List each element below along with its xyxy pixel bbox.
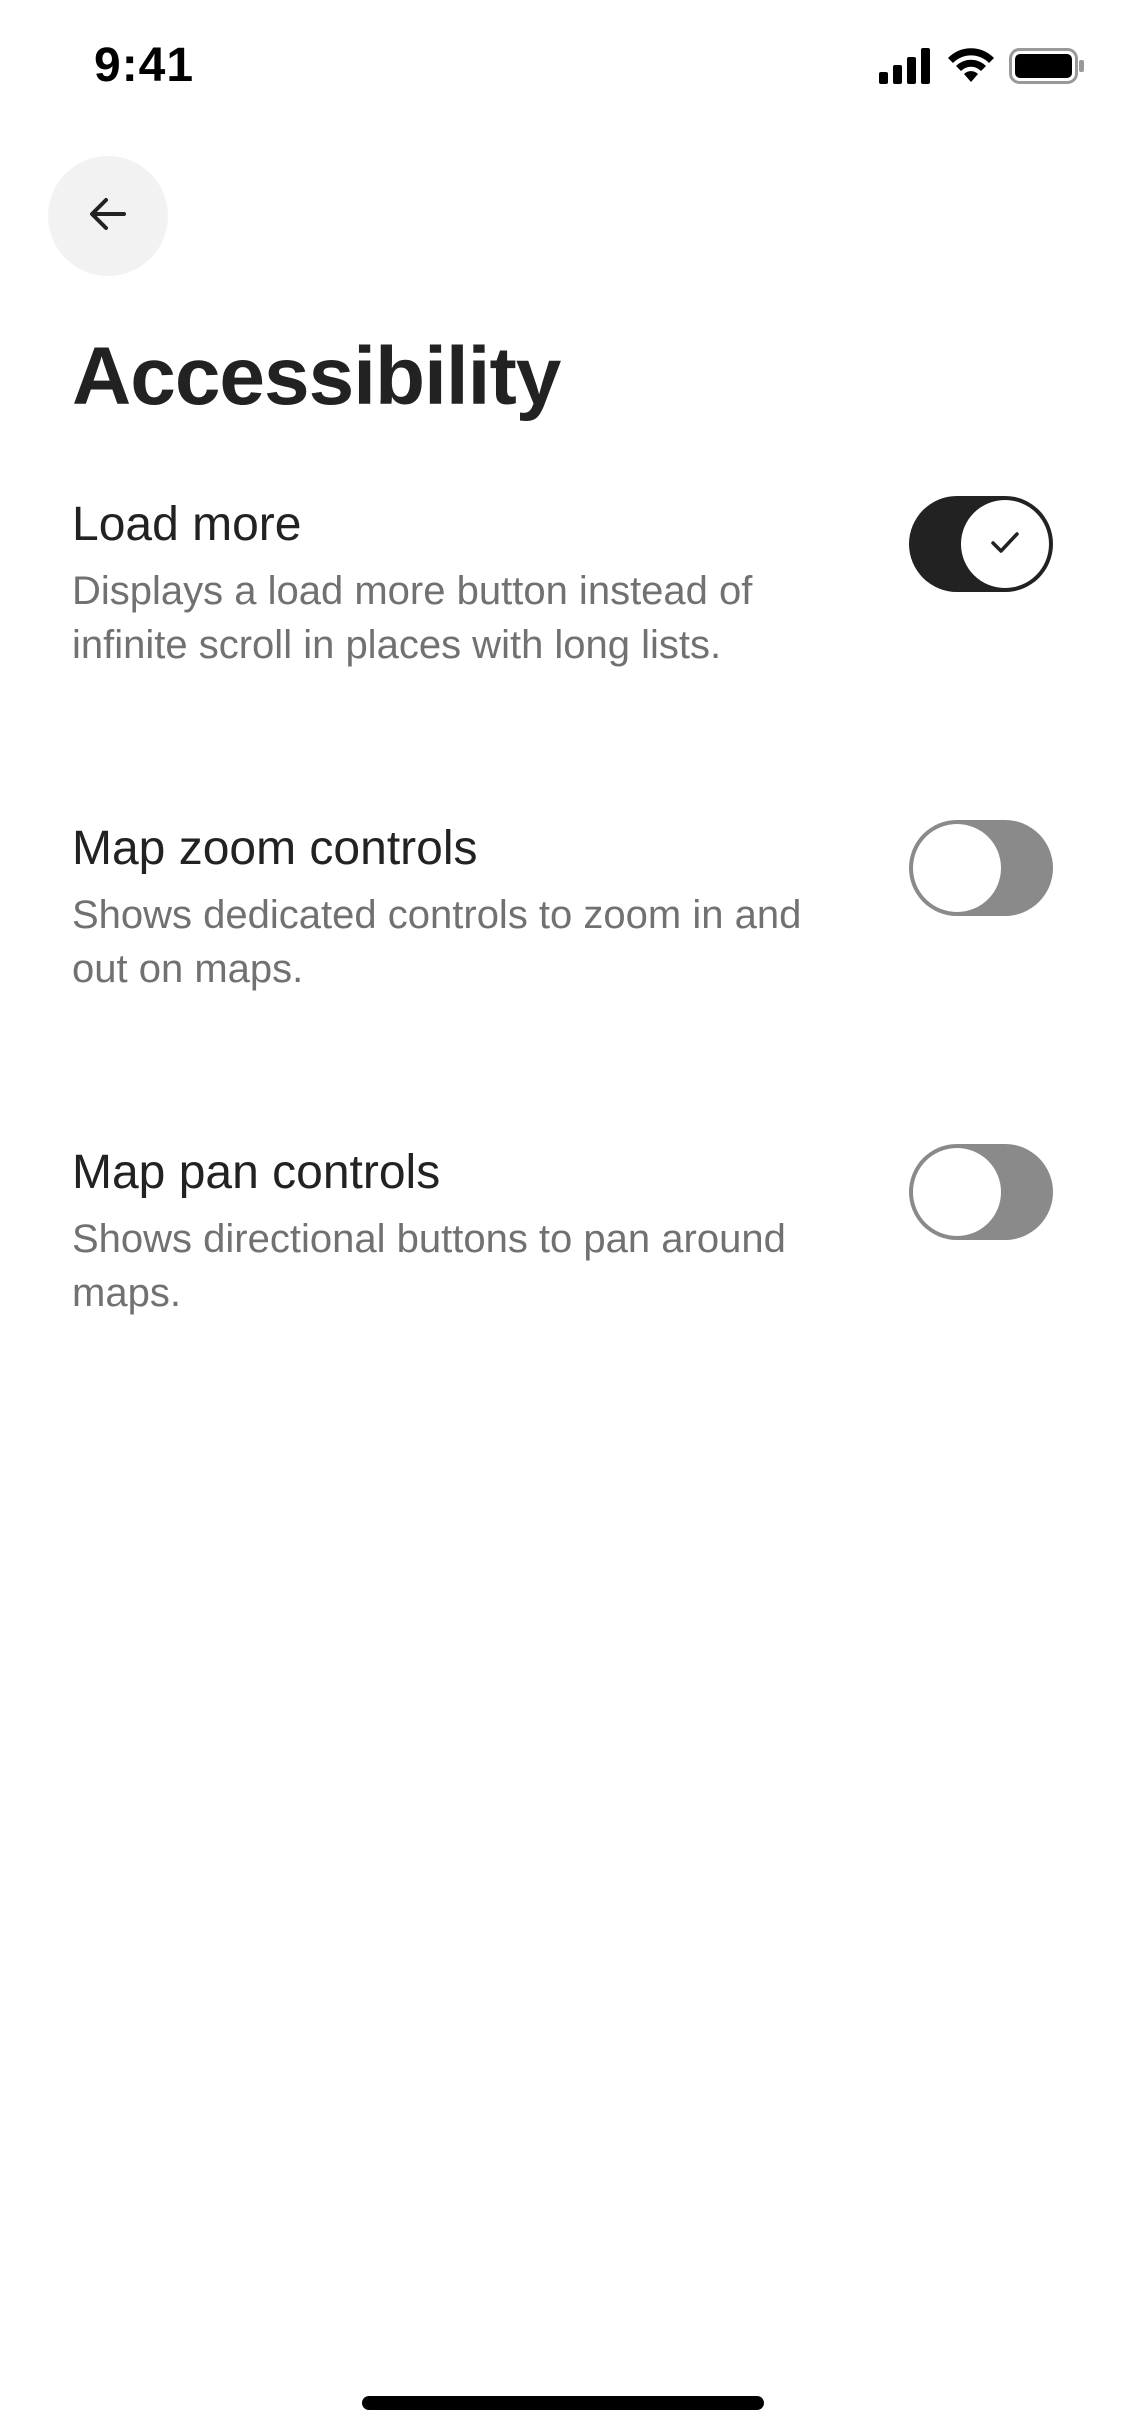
page-title: Accessibility bbox=[72, 331, 561, 422]
setting-description: Shows directional buttons to pan around … bbox=[72, 1217, 786, 1315]
accessibility-screen: 9:41 Accessibility Load more Displays a … bbox=[0, 0, 1125, 2436]
setting-label: Load more bbox=[72, 498, 302, 551]
setting-text: Map zoom controls Shows dedicated contro… bbox=[72, 820, 842, 996]
setting-description: Shows dedicated controls to zoom in and … bbox=[72, 893, 802, 991]
map-pan-toggle[interactable] bbox=[909, 1144, 1053, 1240]
signal-icon bbox=[879, 48, 933, 89]
arrow-left-icon bbox=[84, 190, 132, 243]
battery-icon bbox=[1009, 48, 1085, 89]
status-icons bbox=[879, 48, 1085, 89]
back-button[interactable] bbox=[48, 156, 168, 276]
setting-description: Displays a load more button instead of i… bbox=[72, 569, 753, 667]
map-zoom-toggle[interactable] bbox=[909, 820, 1053, 916]
load-more-toggle[interactable] bbox=[909, 496, 1053, 592]
status-time: 9:41 bbox=[94, 39, 195, 92]
status-bar: 9:41 bbox=[0, 0, 1125, 140]
toggle-knob bbox=[961, 500, 1049, 588]
setting-label: Map zoom controls bbox=[72, 822, 478, 875]
setting-text: Load more Displays a load more button in… bbox=[72, 496, 842, 672]
home-indicator bbox=[362, 2396, 764, 2410]
toggle-knob bbox=[913, 1148, 1001, 1236]
wifi-icon bbox=[947, 48, 995, 89]
setting-label: Map pan controls bbox=[72, 1146, 441, 1199]
checkmark-icon bbox=[985, 522, 1025, 567]
setting-text: Map pan controls Shows directional butto… bbox=[72, 1144, 842, 1320]
toggle-knob bbox=[913, 824, 1001, 912]
